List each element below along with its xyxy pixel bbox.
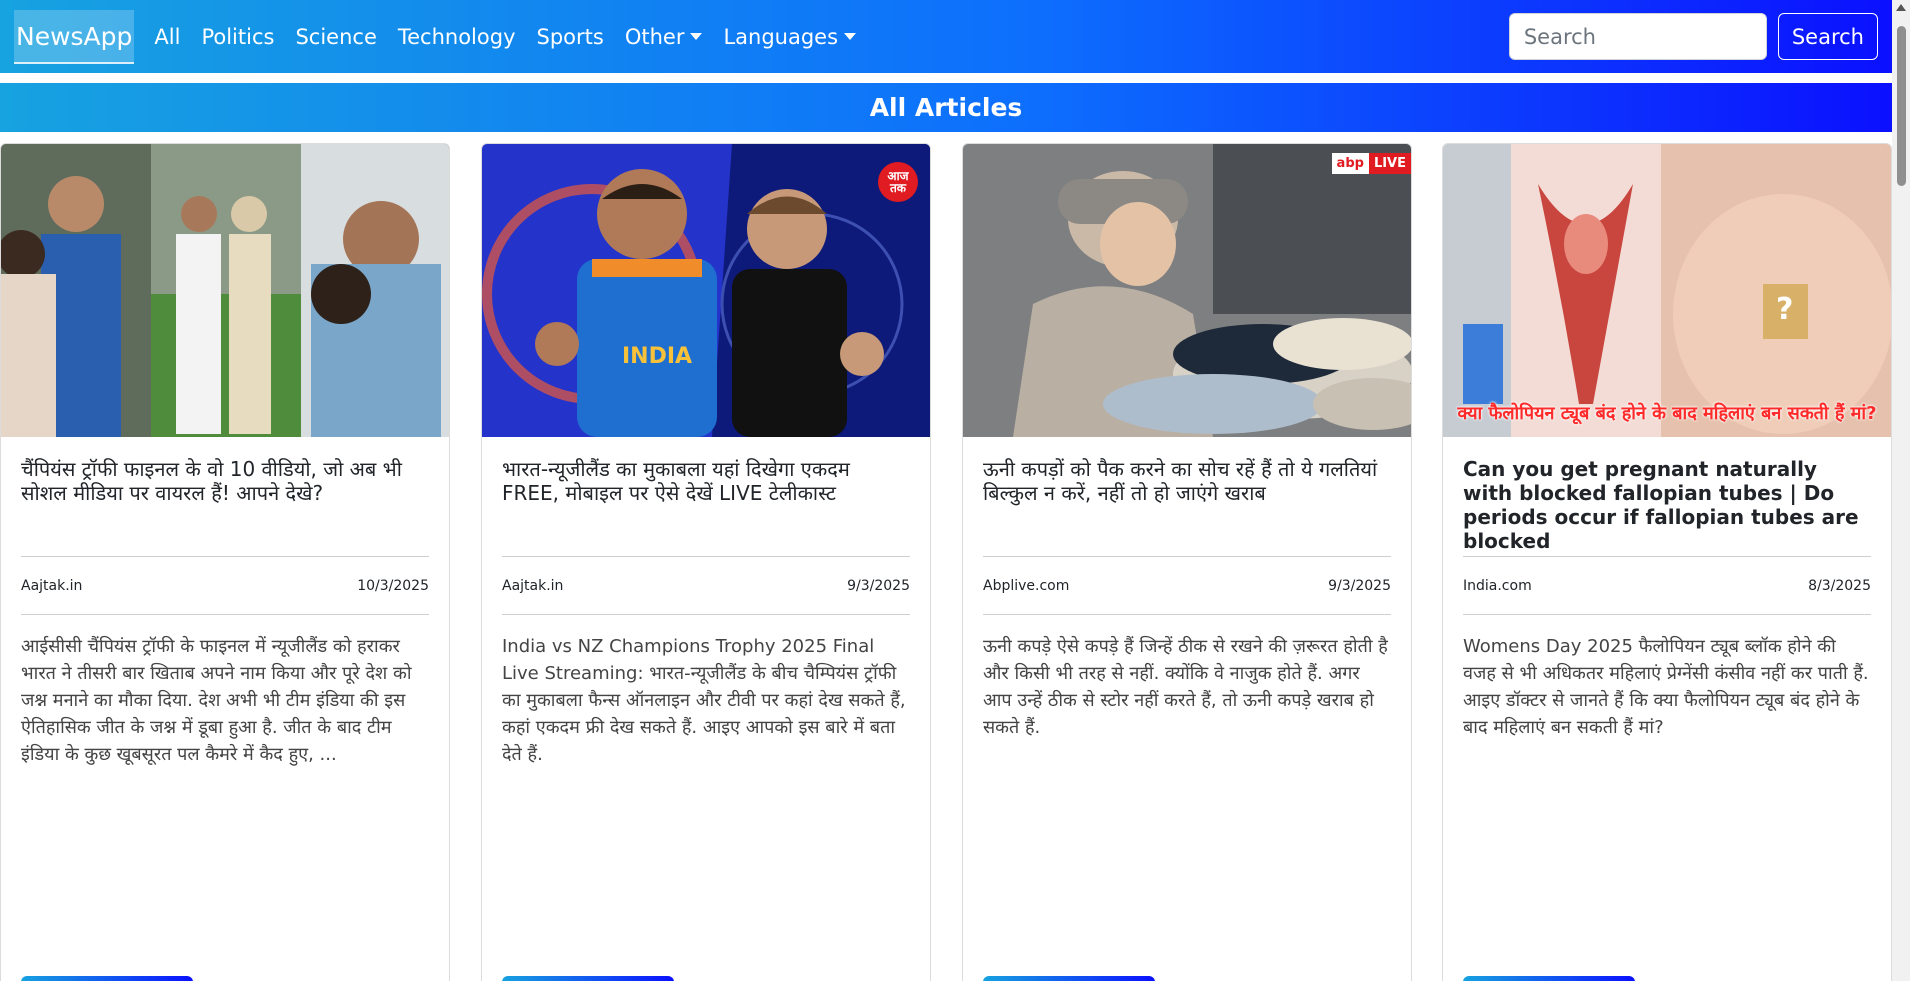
top-navbar: NewsApp All Politics Science Technology … <box>0 0 1892 73</box>
article-meta: Aajtak.in 9/3/2025 <box>502 557 910 615</box>
page-title-banner: All Articles <box>0 83 1892 132</box>
article-description: ऊनी कपड़े ऐसे कपड़े हैं जिन्हें ठीक से र… <box>983 636 1388 738</box>
jersey-text: INDIA <box>622 344 693 369</box>
article-meta: Aajtak.in 10/3/2025 <box>21 557 429 615</box>
chevron-down-icon <box>844 33 857 40</box>
search-button[interactable]: Search <box>1777 13 1878 60</box>
article-grid: चैंपियंस ट्रॉफी फाइनल के वो 10 वीडियो, ज… <box>0 143 1892 981</box>
nav-item-science[interactable]: Science <box>295 25 376 49</box>
article-card: ? क्या फैलोपियन ट्यूब बंद होने के बाद मह… <box>1442 143 1892 981</box>
article-title[interactable]: भारत-न्यूजीलैंड का मुकाबला यहां दिखेगा ए… <box>502 437 910 557</box>
article-card: abp LIVE ऊनी कपड़ों को पैक करने का सोच र… <box>962 143 1412 981</box>
brand-logo[interactable]: NewsApp <box>14 9 135 64</box>
article-date: 10/3/2025 <box>357 577 429 594</box>
article-card: चैंपियंस ट्रॉफी फाइनल के वो 10 वीडियो, ज… <box>0 143 450 981</box>
article-date: 9/3/2025 <box>847 577 910 594</box>
question-sign: ? <box>1776 292 1794 327</box>
aajtak-logo: आज तक <box>878 162 918 202</box>
article-source: Aajtak.in <box>21 577 83 594</box>
scrollbar-thumb[interactable] <box>1897 26 1906 186</box>
read-more-button[interactable] <box>502 976 674 981</box>
nav-dropdown-languages-label: Languages <box>723 24 839 49</box>
article-image[interactable]: ? क्या फैलोपियन ट्यूब बंद होने के बाद मह… <box>1443 144 1891 437</box>
article-image-graphic <box>1443 144 1891 437</box>
article-card: INDIA आज तक भारत-न्यूजीलैंड का मुकाबला य… <box>481 143 931 981</box>
search-form: Search <box>1508 13 1878 60</box>
chevron-down-icon <box>690 33 703 40</box>
vertical-scrollbar[interactable] <box>1892 0 1910 981</box>
image-caption-overlay: क्या फैलोपियन ट्यूब बंद होने के बाद महिल… <box>1457 403 1877 424</box>
nav-dropdown-other[interactable]: Other <box>625 25 703 49</box>
article-description: India vs NZ Champions Trophy 2025 Final … <box>502 636 906 765</box>
article-title[interactable]: Can you get pregnant naturally with bloc… <box>1463 437 1871 557</box>
read-more-button[interactable] <box>21 976 193 981</box>
article-source: India.com <box>1463 577 1532 594</box>
article-date: 9/3/2025 <box>1328 577 1391 594</box>
article-image-graphic <box>1 144 449 437</box>
search-input[interactable] <box>1508 13 1767 60</box>
nav-dropdown-other-label: Other <box>624 24 685 49</box>
article-date: 8/3/2025 <box>1808 577 1871 594</box>
article-description: आईसीसी चैंपियंस ट्रॉफी के फाइनल में न्यू… <box>21 636 412 765</box>
read-more-button[interactable] <box>983 976 1155 981</box>
article-description: Womens Day 2025 फैलोपियन ट्यूब ब्लॉक होन… <box>1463 636 1869 738</box>
abp-logo-text: abp <box>1331 152 1369 174</box>
article-meta: Abplive.com 9/3/2025 <box>983 557 1391 615</box>
scroll-up-arrow-icon[interactable] <box>1896 4 1906 11</box>
article-image-graphic <box>963 144 1411 437</box>
read-more-button[interactable] <box>1463 976 1635 981</box>
article-image[interactable]: INDIA आज तक <box>482 144 930 437</box>
nav-item-all[interactable]: All <box>154 25 180 49</box>
article-image[interactable] <box>1 144 449 437</box>
article-source: Aajtak.in <box>502 577 564 594</box>
live-badge-text: LIVE <box>1368 152 1411 174</box>
article-title[interactable]: चैंपियंस ट्रॉफी फाइनल के वो 10 वीडियो, ज… <box>21 437 429 557</box>
article-source: Abplive.com <box>983 577 1070 594</box>
article-image[interactable]: abp LIVE <box>963 144 1411 437</box>
nav-item-technology[interactable]: Technology <box>398 25 516 49</box>
nav-dropdown-languages[interactable]: Languages <box>723 24 857 49</box>
nav-item-politics[interactable]: Politics <box>201 25 274 49</box>
nav-item-sports[interactable]: Sports <box>537 25 604 49</box>
abp-live-logo: abp LIVE <box>1331 152 1411 174</box>
article-meta: India.com 8/3/2025 <box>1463 557 1871 615</box>
article-title[interactable]: ऊनी कपड़ों को पैक करने का सोच रहें हैं त… <box>983 437 1391 557</box>
article-image-graphic <box>482 144 930 437</box>
page-title: All Articles <box>869 93 1023 122</box>
